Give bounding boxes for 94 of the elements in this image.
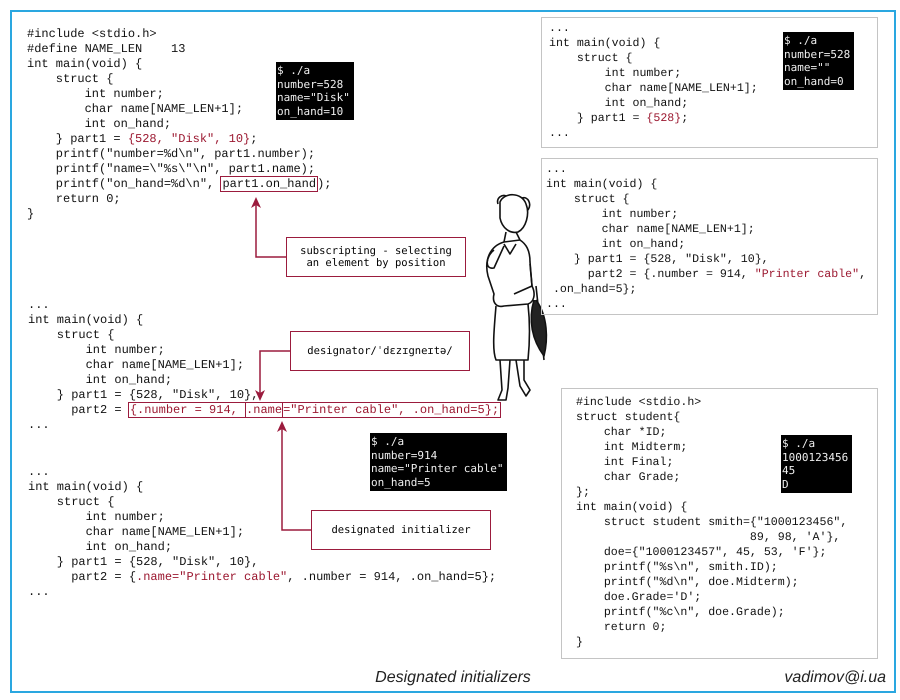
- code-line: char name[NAME_LEN+1];: [84, 102, 244, 117]
- code-line: char name[NAME_LEN+1];: [600, 222, 755, 237]
- code-line: #define NAME_LEN 13: [27, 42, 186, 57]
- highlighted-code: part1.on_hand: [220, 176, 318, 192]
- output-line: number=528: [277, 78, 344, 91]
- code-line: int on_hand;: [84, 373, 172, 388]
- code-line: char Grade;: [602, 470, 680, 485]
- code-line: ...: [546, 297, 567, 312]
- code-line: doe={"1000123457", 45, 53, 'F'};: [602, 545, 826, 560]
- code-line: ...: [28, 418, 50, 433]
- code-line: ...: [549, 21, 570, 36]
- code-line: part2 = {.name="Printer cable", .number = 914, .on_hand=5};: [70, 570, 496, 585]
- code-line: }: [27, 207, 34, 222]
- output-line: on_hand=10: [277, 104, 344, 118]
- code-line: int number;: [84, 510, 165, 525]
- code-line: .on_hand=5};: [552, 282, 636, 297]
- code-line: int Midterm;: [602, 440, 688, 455]
- highlighted-code: .name: [245, 402, 284, 418]
- code-line: int on_hand;: [604, 96, 688, 111]
- code-line: printf("name=\"%s\"\n", part1.name);: [54, 162, 316, 177]
- output-line: $ ./a: [371, 435, 406, 448]
- code-line: ...: [546, 162, 567, 177]
- code-text: {.number = 914,: [130, 403, 239, 417]
- code-line: 89, 98, 'A'},: [748, 530, 840, 545]
- output-line: name="": [784, 61, 832, 74]
- code-line: int number;: [84, 87, 164, 102]
- code-line: printf("%s\n", smith.ID);: [602, 560, 778, 575]
- code-line: int on_hand;: [84, 540, 172, 555]
- code-line: int main(void) {: [546, 177, 658, 192]
- code-line: struct {: [572, 192, 630, 207]
- code-line: struct {: [54, 72, 114, 87]
- code-line: part2 = {.number = 914, "Printer cable",: [586, 267, 866, 282]
- output-line: number=528: [784, 48, 850, 61]
- code-line: char name[NAME_LEN+1];: [84, 358, 244, 373]
- code-line: } part1 = {528, "Disk", 10},: [56, 388, 258, 403]
- code-line: struct {: [576, 51, 632, 66]
- callout: subscripting - selecting an element by position: [286, 237, 466, 277]
- callout-arrow: [255, 350, 290, 401]
- output-line: $ ./a: [784, 34, 818, 48]
- output-line: number=914: [371, 448, 438, 462]
- code-line: int main(void) {: [28, 480, 144, 495]
- output-line: 45: [782, 464, 796, 478]
- code-line: char *ID;: [602, 425, 666, 440]
- code-line: struct student{: [576, 410, 680, 425]
- code-line: int number;: [604, 66, 682, 81]
- output-line: 1000123456: [782, 450, 848, 464]
- code-line: doe.Grade='D';: [602, 590, 702, 605]
- code-line: int number;: [84, 343, 165, 358]
- code-text: ="Printer cable", .on_hand=5};: [283, 403, 500, 417]
- code-line: }: [576, 635, 583, 650]
- code-line: printf("%d\n", doe.Midterm);: [602, 575, 799, 590]
- code-line: int Final;: [602, 455, 674, 470]
- code-line: int on_hand;: [84, 117, 172, 132]
- code-line: char name[NAME_LEN+1];: [84, 525, 244, 540]
- callout: designator/ˈdɛzɪgneɪtə/: [290, 331, 470, 371]
- code-line: struct student smith={"1000123456",: [602, 515, 848, 530]
- code-line: char name[NAME_LEN+1];: [604, 81, 758, 96]
- code-line: } part1 = {528, "Disk", 10};: [54, 132, 258, 147]
- code-text: );: [317, 177, 332, 191]
- output-line: D: [782, 478, 790, 491]
- callout-arrow: [251, 197, 286, 258]
- code-line: int main(void) {: [28, 313, 144, 328]
- code-line: ...: [28, 298, 50, 313]
- code-text: part2 =: [70, 403, 123, 417]
- output-line: $ ./a: [782, 437, 816, 450]
- code-line: #include <stdio.h>: [576, 395, 702, 410]
- code-line: int main(void) {: [549, 36, 660, 51]
- output-line: name="Printer cable": [371, 462, 504, 476]
- code-line: ...: [549, 126, 570, 141]
- author-email: vadimov@i.ua: [784, 669, 886, 687]
- code-line: printf("%c\n", doe.Grade);: [602, 605, 785, 620]
- output-line: $ ./a: [277, 64, 312, 78]
- output-line: name="Disk": [277, 91, 350, 104]
- code-line: int main(void) {: [27, 57, 142, 72]
- code-line: } part1 = {528, "Disk", 10},: [56, 555, 258, 570]
- code-line: int number;: [600, 207, 678, 222]
- code-line: struct {: [56, 495, 114, 510]
- code-line: } part1 = {528};: [576, 111, 688, 126]
- slide-title: Designated initializers: [375, 669, 531, 687]
- output-line: on_hand=0: [784, 74, 845, 88]
- code-text: printf("on_hand=%d\n",: [54, 177, 216, 191]
- callout: designated initializer: [311, 510, 491, 550]
- code-line: struct {: [56, 328, 114, 343]
- code-line: int main(void) {: [576, 500, 688, 515]
- code-line: ...: [28, 585, 50, 600]
- code-line: ...: [28, 465, 50, 480]
- code-line: return 0;: [54, 192, 121, 207]
- code-line: printf("number=%d\n", part1.number);: [54, 147, 316, 162]
- output-line: on_hand=5: [371, 476, 432, 489]
- code-line: int on_hand;: [600, 237, 686, 252]
- code-line: return 0;: [602, 620, 666, 635]
- code-line: #include <stdio.h>: [27, 27, 157, 42]
- code-line: };: [576, 485, 590, 500]
- code-line: } part1 = {528, "Disk", 10},: [572, 252, 769, 267]
